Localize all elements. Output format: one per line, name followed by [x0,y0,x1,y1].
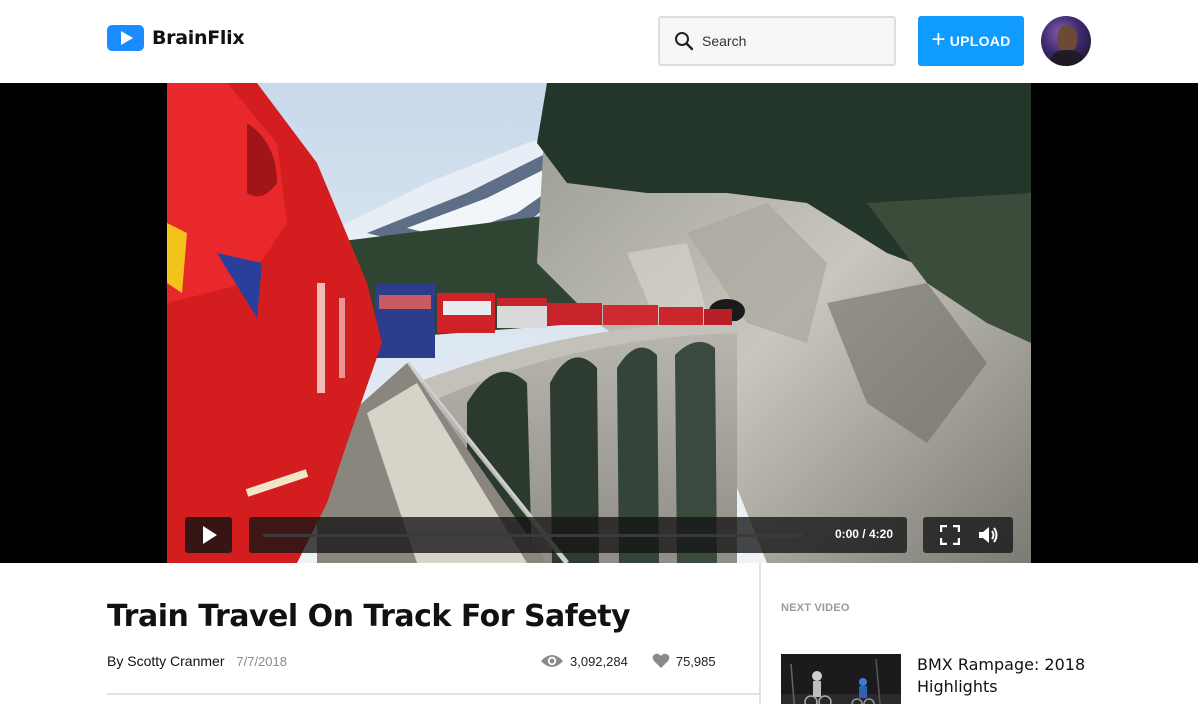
plus-icon: + [931,26,946,53]
search-input[interactable] [702,33,872,49]
next-videos-sidebar: NEXT VIDEO BMX Rampage: 2018 Highlights [761,563,1198,704]
next-video-title[interactable]: BMX Rampage: 2018 Highlights [917,654,1107,698]
brand-name: BrainFlix [152,27,245,49]
avatar-face [1057,25,1077,53]
author-name[interactable]: Scotty Cranmer [127,653,224,669]
fullscreen-icon[interactable] [940,525,960,545]
next-video-thumbnail[interactable] [781,654,901,704]
views-stat: 3,092,284 [540,653,628,669]
next-video-item[interactable]: BMX Rampage: 2018 Highlights [781,654,1181,704]
video-byline: By Scotty Cranmer 7/7/2018 [107,653,287,669]
user-avatar[interactable] [1041,16,1091,66]
video-details: Train Travel On Track For Safety By Scot… [0,563,760,704]
video-title: Train Travel On Track For Safety [107,599,631,634]
play-icon[interactable] [185,517,232,553]
player-right-controls [923,517,1013,553]
content-divider [107,693,759,695]
upload-date: 7/7/2018 [236,654,287,669]
time-display: 0:00 / 4:20 [834,527,893,541]
play-logo-icon [107,25,144,51]
search-box[interactable] [658,16,896,66]
upload-button[interactable]: + UPLOAD [918,16,1024,66]
video-stats: 3,092,284 75,985 [540,653,716,669]
brand-logo[interactable]: BrainFlix [107,25,245,51]
video-player-band: 0:00 / 4:20 [0,83,1198,563]
eye-icon [541,655,563,667]
player-controls: 0:00 / 4:20 [185,517,1013,553]
upload-label: UPLOAD [949,33,1011,49]
likes-stat[interactable]: 75,985 [652,653,716,669]
views-count: 3,092,284 [570,653,628,669]
header: BrainFlix + UPLOAD [0,0,1198,83]
heart-icon[interactable] [652,653,670,669]
video-poster [167,83,1031,563]
progress-bar[interactable]: 0:00 / 4:20 [249,517,907,553]
volume-icon[interactable] [977,524,999,546]
avatar-shoulders [1051,50,1083,66]
likes-count: 75,985 [675,653,716,669]
video-player[interactable]: 0:00 / 4:20 [167,83,1031,563]
by-label: By [107,653,124,669]
search-icon [675,32,694,51]
bmx-thumbnail-image [781,654,901,704]
progress-track[interactable] [263,534,803,537]
next-video-heading: NEXT VIDEO [781,602,850,614]
